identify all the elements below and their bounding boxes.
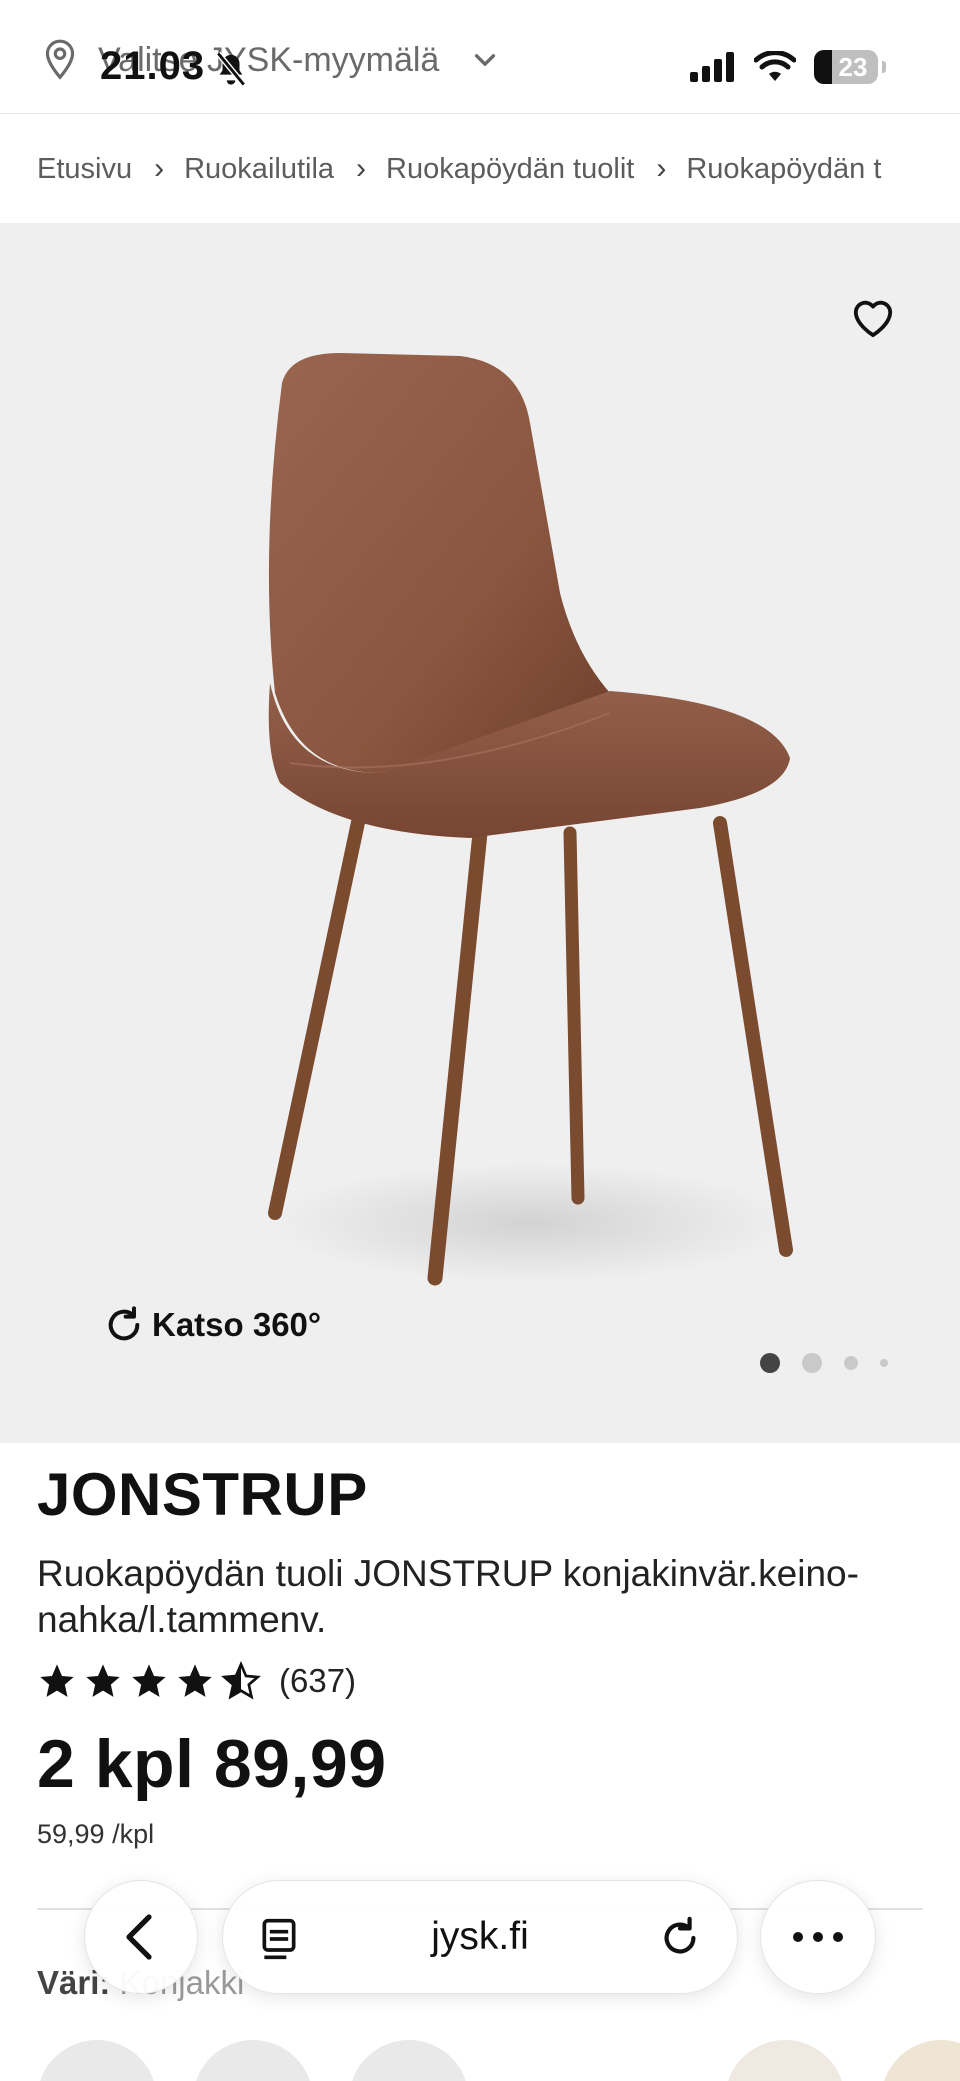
top-bar: Valitse JYSK-myymälä 21.03 23 [0, 0, 960, 114]
reload-icon[interactable] [657, 1915, 703, 1961]
chevron-right-icon: › [356, 152, 367, 185]
gallery-pagination[interactable] [760, 1353, 888, 1373]
chevron-right-icon: › [656, 152, 667, 185]
color-swatch[interactable] [725, 2040, 845, 2081]
color-swatch[interactable] [349, 2040, 469, 2081]
product-price: 2 kpl 89,99 [37, 1726, 387, 1802]
star-full-icon [86, 1664, 120, 1697]
more-options-button[interactable] [760, 1880, 876, 1994]
star-full-icon [40, 1664, 74, 1697]
breadcrumb: Etusivu › Ruokailutila › Ruokapöydän tuo… [0, 115, 960, 223]
product-rating[interactable]: (637) [37, 1661, 927, 1701]
rotate-icon [108, 1306, 140, 1341]
unit-price: 59,99 /kpl [37, 1819, 155, 1849]
breadcrumb-item-dining[interactable]: Ruokailutila [184, 153, 334, 186]
breadcrumb-item-dining-chairs[interactable]: Ruokapöydän tuolit [386, 153, 634, 186]
address-bar[interactable]: jysk.fi [222, 1880, 738, 1994]
more-dots-icon [793, 1932, 843, 1942]
product-image-chair [268, 353, 793, 1286]
breadcrumb-item-current[interactable]: Ruokapöydän t [686, 153, 881, 186]
product-info: JONSTRUP Ruokapöydän tuoli JONSTRUP konj… [37, 1460, 927, 1850]
star-full-icon [132, 1664, 166, 1697]
battery-icon: 23 [814, 50, 886, 84]
location-pin-icon [45, 39, 75, 80]
color-swatch[interactable] [37, 2040, 157, 2081]
bell-muted-icon [216, 51, 246, 87]
reader-mode-icon[interactable] [257, 1917, 301, 1961]
breadcrumb-item-home[interactable]: Etusivu [37, 153, 132, 186]
wifi-icon [754, 51, 796, 81]
chevron-right-icon: › [154, 152, 165, 185]
gallery-dot-active[interactable] [760, 1353, 780, 1373]
color-swatch[interactable] [881, 2040, 960, 2081]
signal-icon [690, 52, 734, 82]
heart-icon[interactable] [850, 297, 896, 339]
product-description: Ruokapöydän tuoli JONSTRUP konjakinvär.k… [37, 1553, 859, 1640]
battery-level: 23 [838, 51, 868, 82]
color-swatches[interactable] [37, 2040, 960, 2081]
browser-toolbar: jysk.fi [0, 1870, 960, 2010]
chevron-down-icon [475, 54, 496, 66]
status-indicators: 23 [690, 50, 886, 84]
gallery-dot[interactable] [880, 1359, 888, 1367]
product-name: JONSTRUP [37, 1461, 368, 1528]
url-text: jysk.fi [431, 1915, 529, 1958]
color-swatch[interactable] [193, 2040, 313, 2081]
product-image-gallery[interactable]: Katso 360° [0, 223, 960, 1443]
back-button[interactable] [84, 1880, 198, 1994]
view-360-button[interactable]: Katso 360° [104, 1305, 321, 1345]
gallery-dot[interactable] [802, 1353, 822, 1373]
gallery-dot[interactable] [844, 1356, 858, 1370]
star-full-icon [178, 1664, 212, 1697]
star-half-icon [221, 1661, 261, 1700]
chevron-left-icon [126, 1914, 152, 1960]
review-count[interactable]: (637) [279, 1662, 356, 1700]
status-time: 21.03 [100, 44, 206, 88]
view-360-label: Katso 360° [152, 1306, 322, 1343]
